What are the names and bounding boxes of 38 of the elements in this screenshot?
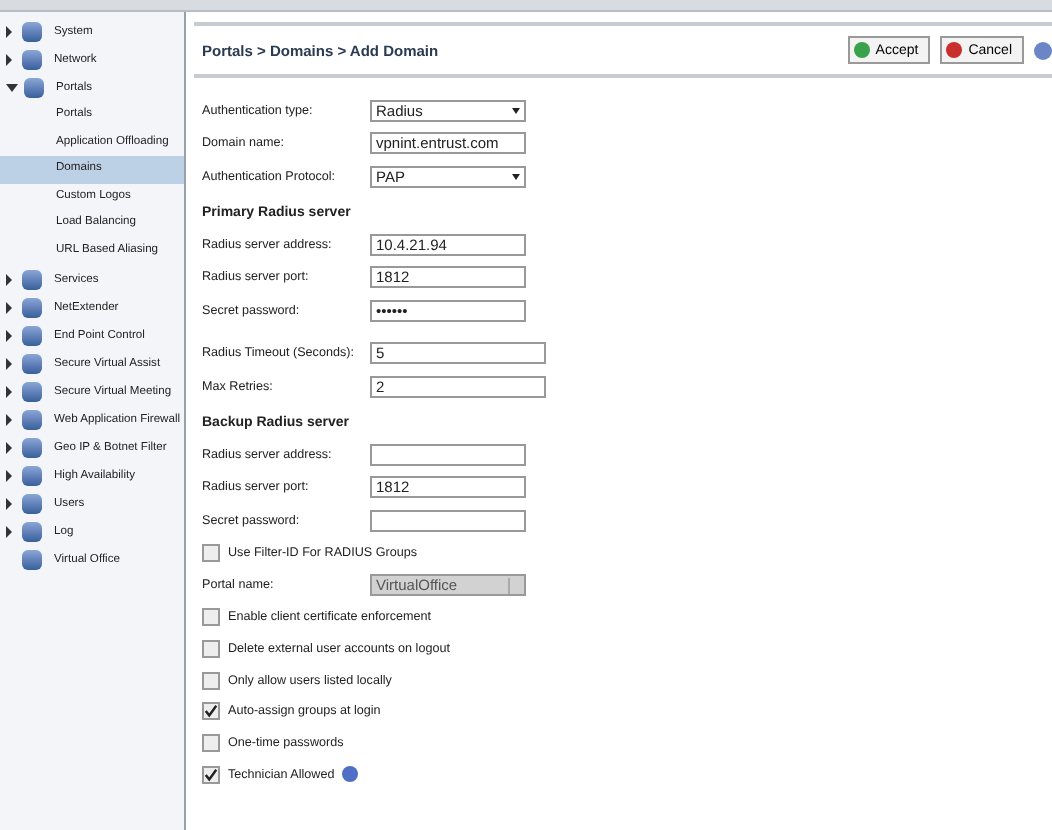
expand-arrow-icon[interactable] <box>6 54 12 66</box>
checkbox[interactable] <box>202 702 220 721</box>
expand-arrow-icon[interactable] <box>6 301 12 314</box>
module-icon <box>22 549 42 570</box>
check-icon <box>853 42 870 58</box>
module-icon <box>22 269 42 290</box>
module-icon <box>22 325 42 346</box>
expand-arrow-icon[interactable] <box>6 525 12 538</box>
input-field[interactable] <box>370 509 526 532</box>
info-icon[interactable] <box>342 766 359 783</box>
expand-arrow-icon[interactable] <box>6 385 12 398</box>
checkbox[interactable] <box>202 733 220 752</box>
module-icon <box>22 437 42 458</box>
expand-arrow-icon[interactable] <box>6 357 12 370</box>
expand-arrow-icon[interactable] <box>6 441 12 454</box>
checkbox[interactable] <box>202 639 220 658</box>
checkbox[interactable] <box>202 543 220 562</box>
module-icon <box>22 465 42 486</box>
module-icon <box>22 409 42 430</box>
expand-arrow-icon[interactable] <box>6 469 12 482</box>
expand-arrow-icon[interactable] <box>6 497 12 510</box>
caret-icon <box>512 107 520 114</box>
module-icon <box>22 521 42 542</box>
checkbox[interactable] <box>202 765 220 784</box>
caret-icon <box>512 173 520 180</box>
checkbox[interactable] <box>202 608 220 627</box>
expand-arrow-icon[interactable] <box>6 329 12 342</box>
checkbox[interactable] <box>202 671 220 690</box>
expand-arrow-icon[interactable] <box>6 26 12 38</box>
cancel-icon <box>946 42 963 58</box>
module-icon <box>22 493 42 514</box>
help-icon[interactable] <box>1034 41 1052 59</box>
expand-arrow-icon[interactable] <box>6 273 12 286</box>
input-field[interactable] <box>370 443 526 466</box>
module-icon <box>22 353 42 374</box>
module-icon <box>22 297 42 318</box>
module-icon <box>22 381 42 402</box>
expand-arrow-icon[interactable] <box>6 413 12 426</box>
